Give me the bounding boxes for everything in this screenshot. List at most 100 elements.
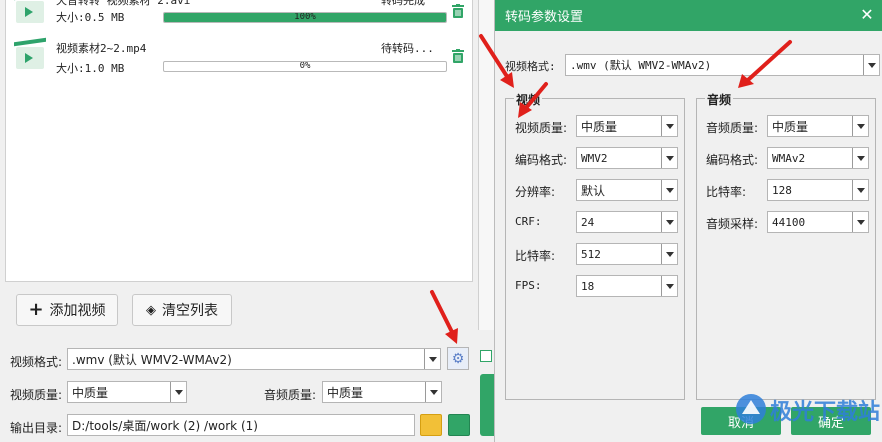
dialog-title: 转码参数设置	[505, 10, 584, 25]
audio-codec-select[interactable]: WMAv2	[767, 147, 869, 169]
fps-label: FPS:	[515, 279, 542, 292]
chevron-down-icon[interactable]	[661, 116, 677, 136]
chevron-down-icon[interactable]	[170, 382, 186, 402]
fps-value: 18	[581, 279, 595, 293]
crf-value: 24	[581, 215, 595, 229]
resolution-label: 分辨率:	[515, 185, 556, 199]
video-settings-group: 视频 视频质量: 中质量 编码格式: WMV2 分辨率: 默认 CRF: 24 …	[505, 91, 685, 400]
output-dir-label: 输出目录:	[10, 421, 63, 435]
clear-list-label: 清空列表	[162, 303, 218, 319]
dialog-format-label: 视频格式:	[505, 60, 556, 73]
file-name: 天音转转 视频素材 2.avi	[56, 0, 191, 7]
video-bitrate-label: 比特率:	[515, 249, 556, 263]
video-codec-value: WMV2	[581, 151, 608, 165]
progress-label: 0%	[299, 61, 311, 71]
crf-label: CRF:	[515, 215, 542, 228]
audio-quality-label: 音频质量:	[264, 388, 317, 402]
audio-codec-value: WMAv2	[772, 151, 806, 165]
file-name: 视频素材2~2.mp4	[56, 42, 147, 55]
clear-list-button[interactable]: ◈ 清空列表	[132, 294, 232, 326]
settings-button[interactable]: ⚙	[447, 347, 469, 370]
file-status: 待转码...	[381, 42, 434, 55]
audio-quality-label: 音频质量:	[706, 121, 759, 135]
dialog-title-bar: 转码参数设置	[495, 0, 882, 31]
chevron-down-icon[interactable]	[425, 382, 441, 402]
chevron-down-icon[interactable]	[661, 180, 677, 200]
audio-quality-value: 中质量	[772, 119, 809, 134]
logo-icon	[736, 394, 766, 424]
plus-icon: +	[28, 299, 44, 320]
file-size: 大小:1.0 MB	[56, 62, 125, 75]
audio-bitrate-label: 比特率:	[706, 185, 747, 199]
audio-bitrate-value: 128	[772, 183, 792, 197]
audio-settings-group: 音频 音频质量: 中质量 编码格式: WMAv2 比特率: 128 音频采样: …	[696, 91, 876, 400]
progress-label: 100%	[294, 12, 316, 22]
checkbox[interactable]	[480, 350, 492, 362]
format-value: .wmv (默认 WMV2-WMAv2)	[72, 352, 232, 367]
start-button-edge[interactable]	[480, 374, 494, 436]
format-label: 视频格式:	[10, 355, 63, 369]
progress-bar: 0%	[163, 61, 447, 72]
resolution-value: 默认	[581, 183, 606, 198]
video-quality-select[interactable]: 中质量	[576, 115, 678, 137]
chevron-down-icon[interactable]	[661, 212, 677, 232]
dialog-format-value: .wmv (默认 WMV2-WMAv2)	[570, 59, 712, 72]
video-bitrate-value: 512	[581, 247, 601, 261]
audio-group-title: 音频	[705, 91, 734, 108]
file-status: 转码完成	[381, 0, 425, 7]
chevron-down-icon[interactable]	[852, 212, 868, 232]
video-quality-value: 中质量	[72, 385, 109, 400]
audio-quality-value: 中质量	[327, 385, 364, 400]
folder-green-icon[interactable]	[448, 414, 470, 436]
output-dir-field[interactable]: D:/tools/桌面/work (2) /work (1)	[67, 414, 415, 436]
watermark-text: 极光下载站	[770, 400, 881, 425]
video-quality-label: 视频质量:	[515, 121, 568, 135]
audio-quality-select[interactable]: 中质量	[767, 115, 869, 137]
video-codec-select[interactable]: WMV2	[576, 147, 678, 169]
crf-select[interactable]: 24	[576, 211, 678, 233]
fps-select[interactable]: 18	[576, 275, 678, 297]
video-quality-select[interactable]: 中质量	[67, 381, 187, 403]
audio-codec-label: 编码格式:	[706, 153, 759, 167]
output-dir-value: D:/tools/桌面/work (2) /work (1)	[72, 418, 258, 433]
chevron-down-icon[interactable]	[863, 55, 879, 75]
sample-rate-label: 音频采样:	[706, 217, 759, 231]
add-video-button[interactable]: + 添加视频	[16, 294, 118, 326]
list-item[interactable]: 视频素材2~2.mp4 大小:1.0 MB 待转码... 0%	[6, 36, 474, 76]
video-thumbnail-icon	[14, 0, 46, 24]
chevron-down-icon[interactable]	[852, 180, 868, 200]
chevron-down-icon[interactable]	[852, 116, 868, 136]
eraser-icon: ◈	[146, 302, 156, 318]
progress-bar: 100%	[163, 12, 447, 23]
chevron-down-icon[interactable]	[661, 276, 677, 296]
trash-icon[interactable]	[452, 49, 464, 63]
dialog-format-select[interactable]: .wmv (默认 WMV2-WMAv2)	[565, 54, 880, 76]
chevron-down-icon[interactable]	[661, 244, 677, 264]
audio-bitrate-select[interactable]: 128	[767, 179, 869, 201]
video-thumbnail-icon	[14, 37, 46, 70]
trash-icon[interactable]	[452, 4, 464, 18]
chevron-down-icon[interactable]	[424, 349, 440, 369]
sample-rate-value: 44100	[772, 215, 806, 229]
close-icon[interactable]: ✕	[858, 6, 876, 24]
folder-open-icon[interactable]	[420, 414, 442, 436]
video-bitrate-select[interactable]: 512	[576, 243, 678, 265]
video-quality-label: 视频质量:	[10, 388, 63, 402]
video-codec-label: 编码格式:	[515, 153, 568, 167]
format-select[interactable]: .wmv (默认 WMV2-WMAv2)	[67, 348, 441, 370]
audio-quality-select[interactable]: 中质量	[322, 381, 442, 403]
gear-icon: ⚙	[451, 350, 465, 367]
file-size: 大小:0.5 MB	[56, 11, 125, 24]
chevron-down-icon[interactable]	[661, 148, 677, 168]
video-group-title: 视频	[514, 91, 543, 108]
list-item[interactable]: 天音转转 视频素材 2.avi 大小:0.5 MB 转码完成 100%	[6, 0, 474, 28]
resolution-select[interactable]: 默认	[576, 179, 678, 201]
watermark: 极光下载站	[732, 388, 882, 442]
chevron-down-icon[interactable]	[852, 148, 868, 168]
file-list[interactable]: 天音转转 视频素材 2.avi 大小:0.5 MB 转码完成 100% 视频素材…	[5, 0, 473, 282]
add-video-label: 添加视频	[49, 303, 106, 319]
sample-rate-select[interactable]: 44100	[767, 211, 869, 233]
video-quality-value: 中质量	[581, 119, 618, 134]
preview-panel-edge	[478, 0, 494, 330]
transcode-settings-dialog: 转码参数设置 ✕ 视频格式: .wmv (默认 WMV2-WMAv2) 视频 视…	[494, 0, 882, 442]
